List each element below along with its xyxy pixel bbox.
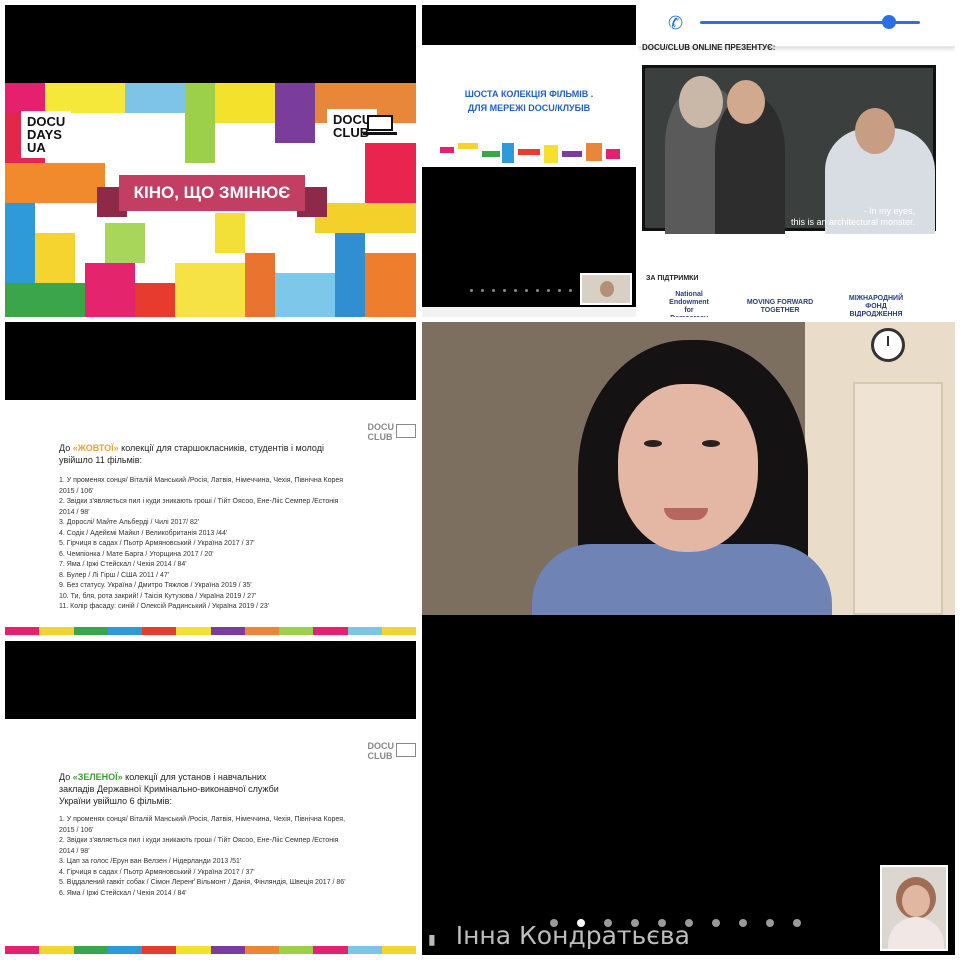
subtitle-line-1: - In my eyes, <box>863 206 915 216</box>
participant-name-label: ▮ Інна Кондратьєва <box>428 921 690 955</box>
phone-nav-bar <box>422 307 636 317</box>
wall-clock <box>871 328 905 362</box>
volume-slider-knob[interactable] <box>882 15 896 29</box>
laptop-icon <box>396 743 416 757</box>
docuclub-logo: DOCU CLUB <box>367 741 395 761</box>
laptop-icon <box>363 115 397 135</box>
collection-headline: ШОСТА КОЛЕКЦІЯ ФІЛЬМІВ . ДЛЯ МЕРЕЖІ DOCU… <box>422 87 636 115</box>
self-face <box>902 885 930 917</box>
presents-label: DOCU/CLUB ONLINE ПРЕЗЕНТУЄ: <box>642 43 776 52</box>
film-list-item: 9. Без статусу. Україна / Дмитро Тяжлов … <box>59 582 252 589</box>
speaker-eye-left <box>644 440 662 447</box>
film-list-item: 11. Колір фасаду: синій / Олексій Радинс… <box>59 603 270 610</box>
docudays-logo: DOCU DAYS UA <box>21 111 72 158</box>
room-door <box>853 382 943 615</box>
sponsor-eu: MOVING FORWARD TOGETHER <box>746 299 814 314</box>
film-list: 1. У променях сонця/ Віталій Манський /Р… <box>59 815 349 899</box>
speaker-eye-right <box>702 440 720 447</box>
heading-highlight: «ЖОВТОЇ» <box>72 443 119 453</box>
subtitle-line-2: this is an architectural monster. <box>790 217 915 227</box>
color-stripe <box>5 627 416 635</box>
color-stripe <box>5 946 416 954</box>
sponsor-irf: МІЖНАРОДНИЙ ФОНД ВІДРОДЖЕННЯ <box>848 295 904 317</box>
film-list-item: 3. Цап за голос /Ерун ван Велзен / Нідер… <box>59 858 242 865</box>
speaker-mouth <box>664 508 708 520</box>
docuclub-stripe-logo <box>440 143 620 163</box>
film-list-item: 1. У променях сонця/ Віталій Манський /Р… <box>59 477 344 495</box>
black-bar <box>422 5 636 45</box>
speaker-video-panel[interactable]: ▮ Інна Кондратьєва <box>422 322 955 955</box>
page-dot[interactable] <box>793 919 801 927</box>
slide-dots <box>470 289 572 292</box>
docuclub-logo: DOCU CLUB <box>367 422 395 442</box>
self-body <box>888 917 944 949</box>
participant-face <box>600 281 614 297</box>
speaker-video <box>422 322 955 615</box>
heading-prefix: До <box>59 443 73 453</box>
participant-thumbnail[interactable] <box>580 273 632 305</box>
headline-line-1: ШОСТА КОЛЕКЦІЯ ФІЛЬМІВ . <box>464 89 594 99</box>
signal-icon: ▮ <box>428 932 436 948</box>
collection-heading: До «ЗЕЛЕНОЇ» колекції для установ і навч… <box>59 771 304 807</box>
film-list-item: 2. Звідки з'являється пил і куди зникают… <box>59 498 339 516</box>
film-list-item: 1. У променях сонця/ Віталій Манський /Р… <box>59 816 346 834</box>
speaker-shirt <box>532 544 832 615</box>
film-list-item: 7. Яма / Іржі Стейскал / Чехія 2014 / 84… <box>59 561 187 568</box>
collection-heading: До «ЖОВТОЇ» колекції для старшокласників… <box>59 442 349 466</box>
presentation-panel[interactable]: ✆ DOCU/CLUB ONLINE ПРЕЗЕНТУЄ: - In my ey… <box>638 5 955 317</box>
sponsor-ned: National Endowment for Democracy <box>669 291 709 317</box>
colorful-mosaic-background: DOCU DAYS UA DOCU CLUB КІНО, ЩО ЗМІНЮЄ <box>5 83 416 317</box>
film-list-item: 5. Гірчиця в садах / Пьотр Армяновський … <box>59 540 255 547</box>
call-control-bar: ✆ <box>638 5 955 47</box>
yellow-collection-panel[interactable]: DOCU CLUB До «ЖОВТОЇ» колекції для старш… <box>5 322 416 635</box>
film-list-item: 2. Звідки з'являється пил і куди зникают… <box>59 837 339 855</box>
green-collection-panel[interactable]: DOCU CLUB До «ЗЕЛЕНОЇ» колекції для уста… <box>5 641 416 954</box>
film-list-item: 3. Дорослі/ Майте Альберді / Чилі 2017/ … <box>59 519 200 526</box>
self-view-thumbnail[interactable] <box>880 865 948 951</box>
film-list-item: 8. Булер / Лі Гірш / США 2011 / 47' <box>59 571 170 579</box>
headline-line-2: ДЛЯ МЕРЕЖІ DOCU/КЛУБІВ <box>467 103 591 113</box>
film-subtitle: - In my eyes, this is an architectural m… <box>791 206 915 228</box>
yellow-collection-slide: DOCU CLUB До «ЖОВТОЇ» колекції для старш… <box>5 400 416 635</box>
laptop-icon <box>396 424 416 438</box>
film-list-item: 6. Чемпіонка / Мате Барга / Угорщина 201… <box>59 550 214 558</box>
collection-slide-panel[interactable]: ШОСТА КОЛЕКЦІЯ ФІЛЬМІВ . ДЛЯ МЕРЕЖІ DOCU… <box>422 5 636 317</box>
film-list-item: 4. Гірчиця в садах / Пьотр Армяновський … <box>59 868 255 876</box>
film-list: 1. У променях сонця/ Віталій Манський /Р… <box>59 476 349 613</box>
title-card-panel[interactable]: DOCU DAYS UA DOCU CLUB КІНО, ЩО ЗМІНЮЄ <box>5 5 416 317</box>
film-list-item: 6. Яма / Іржі Стейскал / Чехія 2014 / 84… <box>59 889 187 897</box>
green-collection-slide: DOCU CLUB До «ЗЕЛЕНОЇ» колекції для уста… <box>5 719 416 954</box>
page-dot[interactable] <box>739 919 747 927</box>
tagline-ribbon: КІНО, ЩО ЗМІНЮЄ <box>119 175 305 211</box>
film-list-item: 5. Віддалений гавкіт собак / Сімон Лерен… <box>59 879 346 886</box>
film-still: - In my eyes, this is an architectural m… <box>642 65 936 234</box>
phone-icon[interactable]: ✆ <box>668 13 683 34</box>
film-list-item: 4. Содік / Адейємі Майкл / Великобритані… <box>59 529 228 537</box>
page-dot[interactable] <box>766 919 774 927</box>
film-list-item: 10. Ти, бля, рота закрий! / Таісія Кутуз… <box>59 592 257 600</box>
speaker-face <box>618 384 758 552</box>
page-dot[interactable] <box>712 919 720 927</box>
heading-prefix: До <box>59 772 73 782</box>
support-label: ЗА ПІДТРИМКИ <box>646 275 699 282</box>
sponsor-logos: National Endowment for Democracy MOVING … <box>666 291 904 317</box>
participant-name: Інна Кондратьєва <box>455 921 690 950</box>
heading-highlight: «ЗЕЛЕНОЇ» <box>72 772 123 782</box>
